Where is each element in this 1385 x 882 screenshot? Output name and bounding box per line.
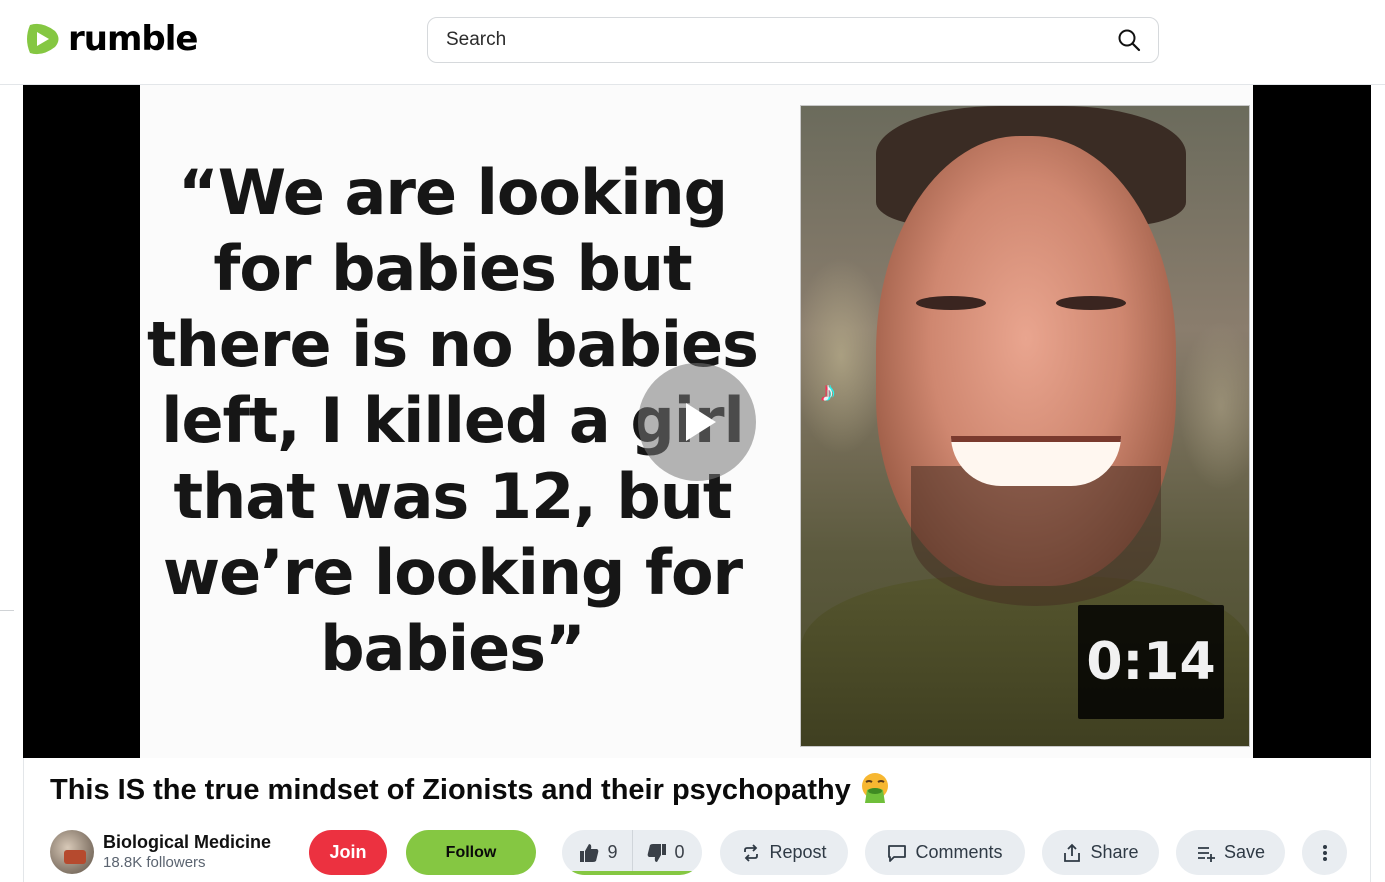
more-vertical-icon bbox=[1322, 844, 1327, 861]
follower-count: 18.8K followers bbox=[103, 854, 206, 871]
rumble-logo[interactable]: rumble bbox=[22, 18, 198, 60]
share-label: Share bbox=[1090, 842, 1139, 862]
search-input[interactable] bbox=[446, 29, 1116, 51]
share-button[interactable]: Share bbox=[1042, 830, 1159, 875]
video-player[interactable]: “We are looking for babies but there is … bbox=[23, 85, 1371, 758]
play-icon bbox=[686, 403, 716, 441]
top-header: rumble bbox=[0, 0, 1385, 85]
repost-icon bbox=[744, 843, 759, 862]
search-bar[interactable] bbox=[427, 17, 1159, 63]
repost-button[interactable]: Repost bbox=[720, 830, 848, 875]
thumbs-up-icon bbox=[580, 843, 599, 862]
repost-label: Repost bbox=[769, 842, 827, 862]
avatar[interactable] bbox=[50, 830, 94, 874]
video-info: This IS the true mindset of Zionists and… bbox=[23, 758, 1371, 882]
divider bbox=[0, 610, 14, 611]
vomiting-face-emoji bbox=[861, 773, 888, 803]
vote-buttons: 9 0 bbox=[562, 830, 702, 875]
join-button[interactable]: Join bbox=[309, 830, 387, 875]
video-title: This IS the true mindset of Zionists and… bbox=[50, 772, 891, 807]
channel-name[interactable]: Biological Medicine bbox=[103, 831, 271, 853]
comment-icon bbox=[888, 844, 907, 862]
play-button[interactable] bbox=[638, 363, 756, 481]
follow-button[interactable]: Follow bbox=[406, 830, 536, 875]
rumble-play-icon bbox=[27, 23, 59, 55]
like-button[interactable]: 9 bbox=[565, 830, 633, 875]
search-icon[interactable] bbox=[1116, 27, 1142, 53]
logo-text: rumble bbox=[68, 19, 198, 59]
more-options-button[interactable] bbox=[1302, 830, 1347, 875]
save-button[interactable]: Save bbox=[1176, 830, 1285, 875]
dislike-button[interactable]: 0 bbox=[633, 830, 699, 875]
playlist-add-icon bbox=[1197, 846, 1215, 862]
tiktok-icon: ♪ bbox=[821, 376, 835, 407]
comments-button[interactable]: Comments bbox=[865, 830, 1025, 875]
dislike-count: 0 bbox=[674, 842, 685, 862]
like-ratio-bar bbox=[570, 871, 698, 875]
thumbs-down-icon bbox=[647, 843, 666, 862]
video-duration: 0:14 bbox=[1078, 605, 1224, 719]
channel-info[interactable]: Biological Medicine 18.8K followers bbox=[50, 830, 271, 874]
share-icon bbox=[1064, 843, 1081, 862]
comments-label: Comments bbox=[915, 842, 1003, 862]
like-count: 9 bbox=[607, 842, 618, 862]
video-title-text: This IS the true mindset of Zionists and… bbox=[50, 774, 851, 806]
save-label: Save bbox=[1223, 842, 1266, 862]
